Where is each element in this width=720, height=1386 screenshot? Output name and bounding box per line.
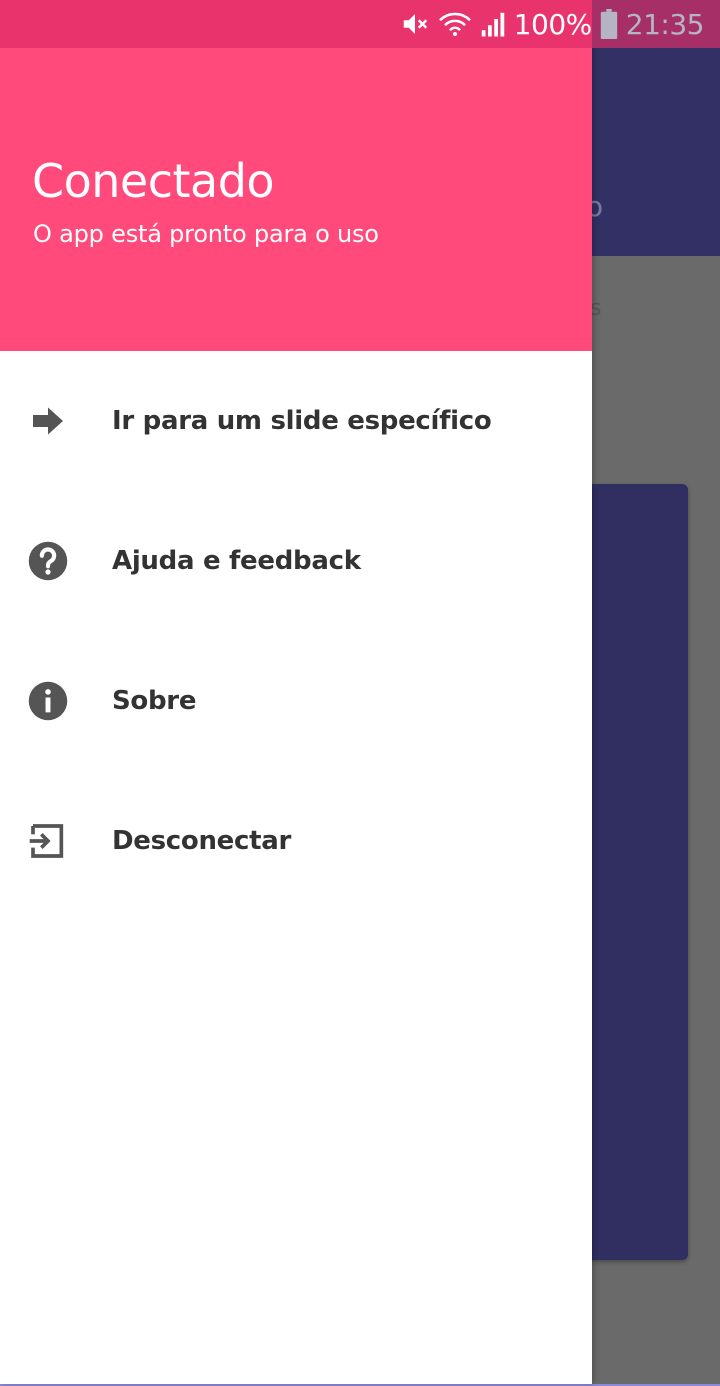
drawer-menu: Ir para um slide específico Ajuda e feed… — [0, 351, 592, 911]
menu-item-label: Desconectar — [112, 826, 292, 856]
navigation-drawer: Conectado O app está pronto para o uso I… — [0, 0, 592, 1384]
drawer-title: Conectado — [32, 154, 275, 208]
clock: 21:35 — [625, 7, 705, 41]
wifi-icon — [438, 0, 472, 48]
menu-item-disconnect[interactable]: Desconectar — [0, 771, 592, 911]
battery-icon — [600, 0, 618, 48]
menu-item-goto-slide[interactable]: Ir para um slide específico — [0, 351, 592, 491]
help-icon — [26, 539, 70, 583]
signal-icon — [480, 0, 506, 48]
info-icon — [26, 679, 70, 723]
drawer-header: Conectado O app está pronto para o uso — [0, 48, 592, 351]
mute-icon — [400, 0, 430, 48]
arrow-right-icon — [26, 399, 70, 443]
drawer-subtitle: O app está pronto para o uso — [33, 220, 379, 248]
menu-item-label: Ajuda e feedback — [112, 546, 361, 576]
menu-item-about[interactable]: Sobre — [0, 631, 592, 771]
menu-item-label: Sobre — [112, 686, 197, 716]
status-bar: 100% 21:35 — [0, 0, 720, 48]
menu-item-help-feedback[interactable]: Ajuda e feedback — [0, 491, 592, 631]
battery-percent: 100% — [513, 7, 593, 41]
exit-icon — [26, 819, 70, 863]
menu-item-label: Ir para um slide específico — [112, 406, 492, 436]
